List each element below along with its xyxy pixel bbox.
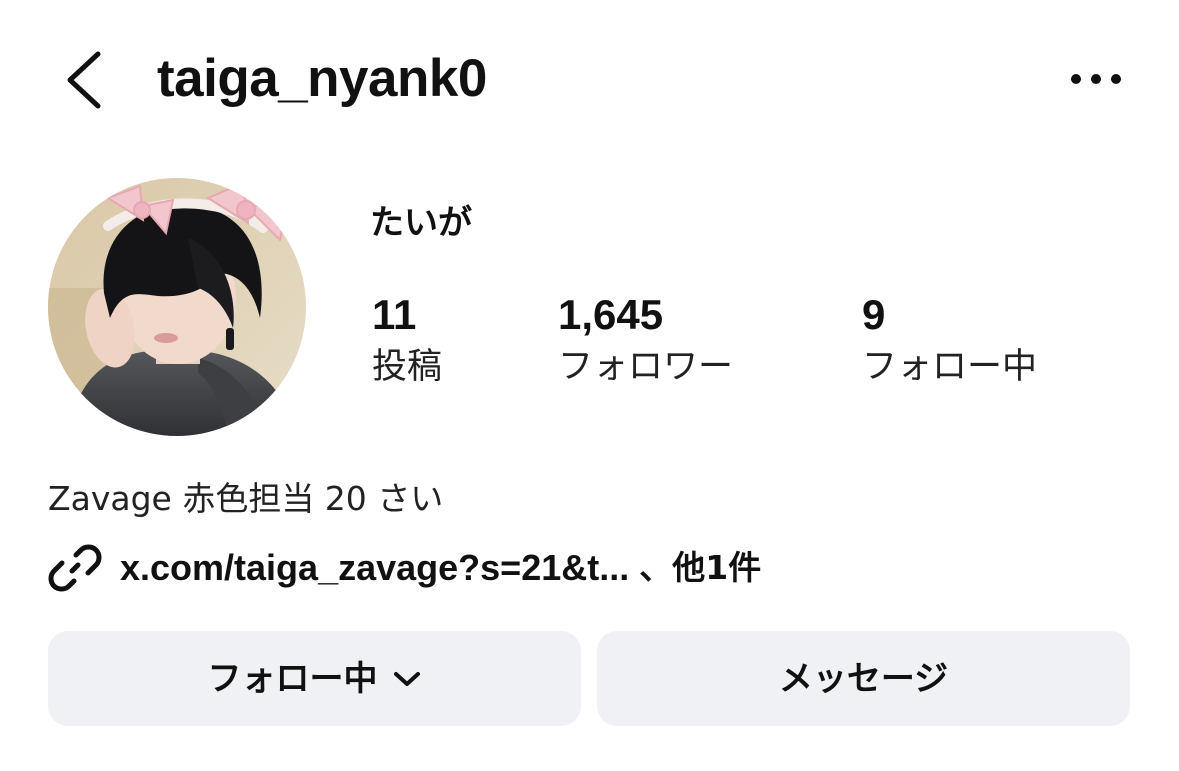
followers-label: フォロワー xyxy=(558,347,734,387)
bio-link-text[interactable]: x.com/taiga_zavage?s=21&t... xyxy=(120,545,629,591)
chevron-left-icon xyxy=(67,51,101,109)
back-button[interactable] xyxy=(58,48,112,112)
following-label: フォロー中 xyxy=(862,347,1038,387)
bio-link[interactable]: x.com/taiga_zavage?s=21&t... 、他1件 xyxy=(48,540,761,596)
more-horizontal-icon xyxy=(1071,74,1121,84)
message-button-label: メッセージ xyxy=(778,658,949,699)
more-options-button[interactable] xyxy=(1064,62,1128,96)
link-icon xyxy=(48,544,102,592)
display-name: たいが xyxy=(370,203,472,243)
following-button-label: フォロー中 xyxy=(207,658,378,699)
stat-posts[interactable]: 11 投稿 xyxy=(372,290,442,390)
avatar[interactable] xyxy=(48,178,306,436)
chevron-down-icon xyxy=(393,671,420,686)
profile-photo xyxy=(48,178,306,436)
posts-count: 11 xyxy=(372,291,417,338)
message-button[interactable]: メッセージ xyxy=(597,631,1130,726)
stat-following[interactable]: 9 フォロー中 xyxy=(862,290,1037,390)
following-count: 9 xyxy=(862,291,886,338)
bio-link-more[interactable]: 、他1件 xyxy=(639,545,761,591)
bio-text: Zavage 赤色担当 20 さい xyxy=(48,479,444,518)
stat-followers[interactable]: 1,645 フォロワー xyxy=(558,290,733,390)
following-button[interactable]: フォロー中 xyxy=(48,631,581,726)
followers-count: 1,645 xyxy=(558,291,664,338)
profile-username: taiga_nyank0 xyxy=(157,49,487,108)
posts-label: 投稿 xyxy=(372,347,443,387)
